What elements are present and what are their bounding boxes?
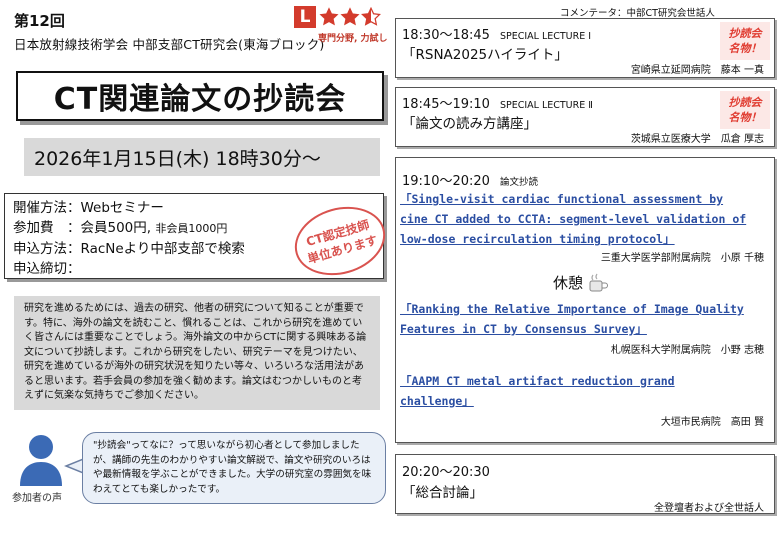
discussion-title: 「総合討論」 xyxy=(402,485,483,501)
info-apply-value: RacNeより中部支部で検索 xyxy=(80,241,245,257)
lecture-2-speaker: 茨城県立医療大学 瓜倉 厚志 xyxy=(630,134,764,145)
lecture-1-famous-badge: 抄読会 名物！ xyxy=(720,22,770,60)
level-badge: L xyxy=(294,6,382,28)
level-stars xyxy=(319,7,382,27)
info-fee-nonmember: 非会員1000円 xyxy=(155,222,228,235)
paper-session-heading: 19:10～20:20 論文抄読 xyxy=(402,170,538,189)
paper-1-title-line-2[interactable]: cine CT added to CCTA: segment-level val… xyxy=(400,209,772,229)
participant-voice-label: 参加者の声 xyxy=(12,493,62,504)
star-icon xyxy=(340,7,360,26)
break-label: 休憩 xyxy=(553,274,584,292)
paper-1-speaker: 三重大学医学部附属病院 小原 千穂 xyxy=(600,253,764,264)
lecture-2-heading: 18:45～19:10 SPECIAL LECTURE Ⅱ xyxy=(402,93,593,112)
lecture-2-time: 18:45～19:10 xyxy=(402,97,490,112)
lecture-2-title: 「論文の読み方講座」 xyxy=(402,116,537,132)
lecture-2-famous-badge: 抄読会 名物！ xyxy=(720,91,770,129)
session-number: 第12回 xyxy=(14,12,65,30)
discussion-speaker: 全登壇者および全世話人 xyxy=(654,503,764,514)
info-method-value: Webセミナー xyxy=(80,200,164,216)
lecture-1-time: 18:30～18:45 xyxy=(402,28,490,43)
paper-2-speaker: 札幌医科大学附属病院 小野 志穂 xyxy=(610,345,764,356)
paper-3-title-line-2[interactable]: challenge」 xyxy=(400,391,772,411)
star-icon xyxy=(319,7,339,26)
paper-session-time: 19:10～20:20 xyxy=(402,174,490,189)
paper-1: 「Single-visit cardiac functional assessm… xyxy=(400,189,772,249)
half-star-icon xyxy=(361,7,381,26)
lecture-2-kind: SPECIAL LECTURE Ⅱ xyxy=(499,100,593,111)
event-date: 2026年1月15日(木) 18時30分～ xyxy=(34,147,321,170)
lecture-card-2: 18:45～19:10 SPECIAL LECTURE Ⅱ 「論文の読み方講座」 … xyxy=(395,87,775,147)
paper-1-title-line-3[interactable]: low-dose recirculation timing protocol」 xyxy=(400,229,772,249)
level-caption: 専門分野, 力試し xyxy=(318,34,388,44)
lecture-1-kind: SPECIAL LECTURE Ⅰ xyxy=(499,31,592,42)
info-fee-label: 参加費 ： xyxy=(13,220,81,236)
paper-2-title-line-2[interactable]: Features in CT by Consensus Survey」 xyxy=(400,319,772,339)
level-letter: L xyxy=(294,6,316,28)
paper-3-title-line-1[interactable]: 「AAPM CT metal artifact reduction grand xyxy=(400,371,772,391)
info-fee-member: 会員500円, xyxy=(80,220,152,236)
organizer-name: 日本放射線技術学会 中部支部CT研究会(東海ブロック) xyxy=(14,37,325,52)
lecture-card-1: 18:30～18:45 SPECIAL LECTURE Ⅰ 「RSNA2025ハイ… xyxy=(395,18,775,78)
lecture-1-speaker: 宮崎県立延岡病院 藤本 一真 xyxy=(630,65,764,76)
description-box: 研究を進めるためには、過去の研究、他者の研究について知ることが重要です。特に、海… xyxy=(14,296,380,410)
paper-2: 「Ranking the Relative Importance of Imag… xyxy=(400,299,772,339)
person-icon xyxy=(20,435,62,486)
participant-voice-bubble: "抄読会"ってなに？って思いながら初心者として参加しましたが、講師の先生のわかり… xyxy=(82,432,386,504)
info-method-label: 開催方法： xyxy=(13,200,81,216)
paper-1-title-line-1[interactable]: 「Single-visit cardiac functional assessm… xyxy=(400,189,772,209)
title-box: CT関連論文の抄読会 xyxy=(16,71,384,121)
break-row: 休憩 xyxy=(553,272,609,293)
lecture-1-title: 「RSNA2025ハイライト」 xyxy=(402,47,568,63)
commentator-note: コメンテータ：中部CT研究会世話人 xyxy=(560,8,715,19)
discussion-time: 20:20～20:30 xyxy=(402,465,490,480)
discussion-card: 20:20～20:30 「総合討論」 全登壇者および全世話人 xyxy=(395,454,775,514)
lecture-1-heading: 18:30～18:45 SPECIAL LECTURE Ⅰ xyxy=(402,24,591,43)
paper-2-title-line-1[interactable]: 「Ranking the Relative Importance of Imag… xyxy=(400,299,772,319)
tea-cup-icon xyxy=(589,273,608,291)
paper-reading-card: 19:10～20:20 論文抄読 「Single-visit cardiac fu… xyxy=(395,157,775,443)
paper-3-speaker: 大垣市民病院 高田 賢 xyxy=(660,417,764,428)
date-box: 2026年1月15日(木) 18時30分～ xyxy=(24,138,380,176)
page-title: CT関連論文の抄読会 xyxy=(53,82,347,117)
info-apply-label: 申込方法： xyxy=(13,241,81,257)
info-deadline-label: 申込締切： xyxy=(13,261,81,277)
paper-3: 「AAPM CT metal artifact reduction grand … xyxy=(400,371,772,411)
paper-session-kind: 論文抄読 xyxy=(499,177,538,188)
